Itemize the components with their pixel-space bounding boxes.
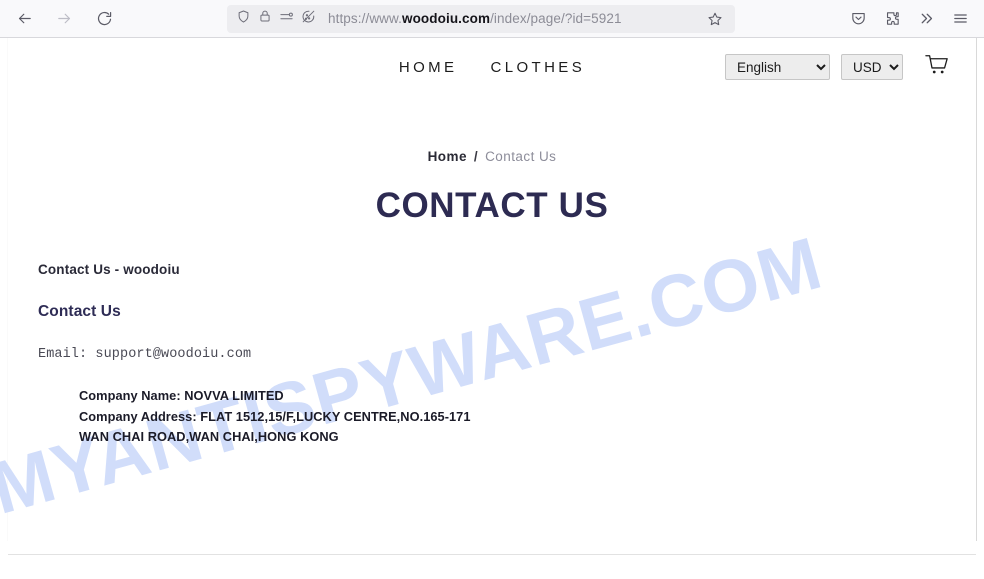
page-title: CONTACT US [375,186,609,225]
company-address-line-2: WAN CHAI ROAD,WAN CHAI,HONG KONG [79,429,339,444]
save-to-pocket-icon[interactable] [844,5,872,33]
padlock-icon[interactable] [258,9,272,28]
language-select[interactable]: English [725,54,830,80]
company-address-line-1: Company Address: FLAT 1512,15/F,LUCKY CE… [79,408,471,424]
address-bar[interactable]: https://www.woodoiu.com/index/page/?id=5… [227,4,735,33]
identity-icons [236,9,316,29]
breadcrumb: Home / Contact Us [0,149,984,164]
reload-icon [96,10,113,27]
forward-button[interactable] [50,5,78,33]
extensions-puzzle-icon[interactable] [878,5,906,33]
browser-toolbar: https://www.woodoiu.com/index/page/?id=5… [0,0,984,38]
site-permissions-icon[interactable] [279,9,294,29]
url-path: /index/page/?id=5921 [490,11,622,26]
url-domain: woodoiu.com [401,11,491,26]
url-text: https://www.woodoiu.com/index/page/?id=5… [328,11,694,26]
cookie-blocked-icon[interactable] [301,9,316,29]
hamburger-menu-icon[interactable] [946,5,974,33]
header-tools: English USD [725,52,954,82]
tracking-protection-shield-icon[interactable] [236,9,251,29]
shopping-cart-icon [924,53,950,82]
page-bottom-divider [8,554,976,555]
article-body: Contact Us - woodoiu Contact Us Email: s… [0,262,984,448]
email-line: Email: support@woodoiu.com [38,347,252,362]
url-scheme: https://www. [328,11,402,26]
navigation-buttons [0,5,118,33]
nav-link-clothes[interactable]: CLOTHES [490,59,585,76]
back-button[interactable] [10,5,38,33]
currency-select[interactable]: USD [841,54,903,80]
company-name-line: Company Name: NOVVA LIMITED [79,388,284,403]
toolbar-right-icons [844,5,984,33]
back-arrow-icon [16,10,33,27]
bookmark-star-icon[interactable] [701,5,729,33]
main-content: MYANTISPYWARE.COM Home / Contact Us CONTAC… [0,149,984,530]
article-title: Contact Us - woodoiu [38,262,180,277]
breadcrumb-separator: / [473,149,479,164]
reload-button[interactable] [90,5,118,33]
section-heading-contact-us: Contact Us [38,303,121,320]
forward-arrow-icon [56,10,73,27]
nav-link-home[interactable]: HOME [399,59,458,76]
company-details: Company Name: NOVVA LIMITED Company Addr… [38,386,984,448]
site-header: HOME CLOTHES English USD [0,38,984,96]
cart-button[interactable] [920,52,954,82]
urlbar-container: https://www.woodoiu.com/index/page/?id=5… [118,4,844,33]
breadcrumb-home-link[interactable]: Home [428,149,467,164]
main-navigation: HOME CLOTHES [399,59,585,76]
overflow-chevrons-icon[interactable] [912,5,940,33]
page-viewport: HOME CLOTHES English USD MYANTISPYWARE.C… [0,38,984,579]
breadcrumb-current: Contact Us [485,149,557,164]
